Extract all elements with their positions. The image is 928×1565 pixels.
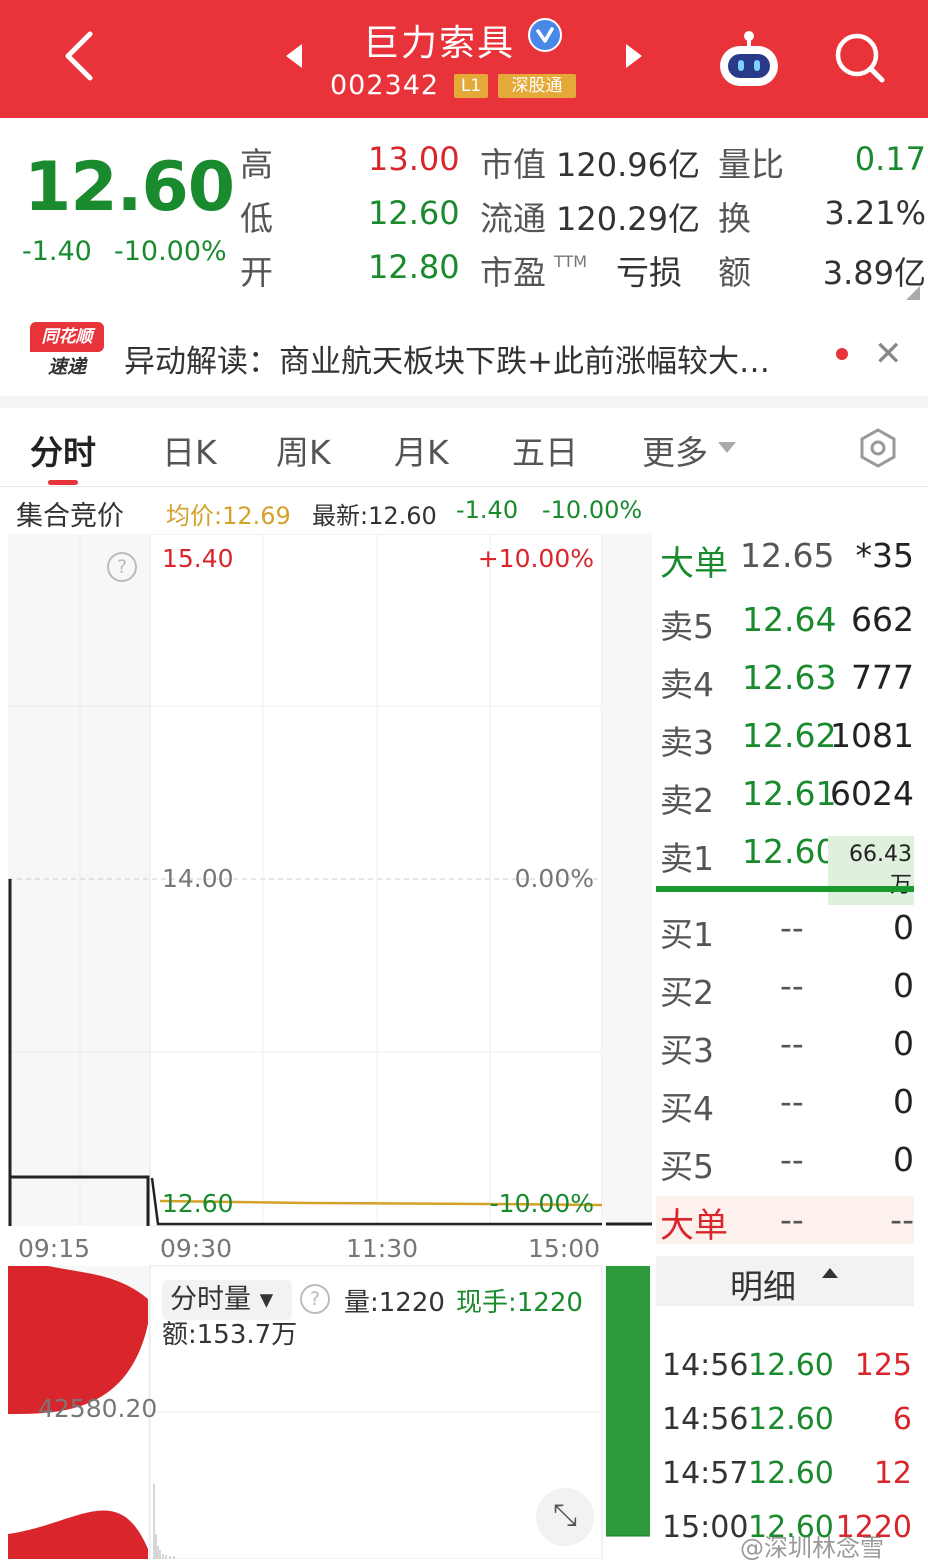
pct-axis-bottom: -10.00% [489, 1189, 594, 1218]
vol-ratio-value: 0.17 [854, 140, 926, 178]
pct-axis-top: +10.00% [477, 544, 594, 573]
info-change: -1.40 [456, 496, 519, 524]
turnover-value: 3.21% [824, 194, 926, 232]
pe-ttm-label: TTM [554, 252, 588, 271]
volume-axis-value: 42580.20 [38, 1394, 158, 1423]
bid-row[interactable]: 买1 -- 0 [660, 908, 914, 964]
x-label-1130: 11:30 [346, 1234, 419, 1263]
low-value: 12.60 [368, 194, 460, 232]
unread-dot [836, 348, 848, 360]
verified-icon [528, 18, 562, 52]
volume-help-icon[interactable]: ? [300, 1284, 330, 1314]
low-label: 低 [240, 199, 273, 238]
x-label-0915: 09:15 [18, 1234, 91, 1263]
volume-label: 量:1220 [344, 1288, 445, 1318]
ask-row[interactable]: 卖5 12.64 662 [660, 600, 914, 656]
tab-five-day[interactable]: 五日 [512, 426, 578, 474]
float-label: 流通 [480, 199, 546, 238]
settings-icon[interactable] [858, 428, 898, 468]
more-dropdown-icon[interactable] [718, 442, 736, 453]
amount-label-chart: 额:153.7万 [162, 1320, 298, 1350]
tab-daily-k[interactable]: 日K [162, 426, 217, 474]
x-label-0930: 09:30 [160, 1234, 233, 1263]
tabs-divider [0, 486, 928, 487]
bid-row[interactable]: 买5 -- 0 [660, 1140, 914, 1196]
y-axis-mid: 14.00 [162, 864, 234, 893]
price-change-pct: -10.00% [114, 236, 227, 267]
big-order-bottom: 大单 -- -- [656, 1196, 914, 1246]
ask-row[interactable]: 卖4 12.63 777 [660, 658, 914, 714]
level-tag: L1 [454, 74, 488, 98]
tab-intraday[interactable]: 分时 [30, 426, 96, 474]
y-axis-bottom: 12.60 [162, 1189, 234, 1218]
chevron-up-icon [822, 1268, 838, 1278]
pct-axis-mid: 0.00% [514, 864, 594, 893]
big-order-top: 大单 12.65 *35 [660, 536, 914, 584]
latest-price: 最新:12.60 [312, 502, 437, 530]
current-volume: 现手:1220 [456, 1288, 583, 1318]
stock-code: 002342 [330, 70, 440, 101]
auction-label: 集合竞价 [16, 501, 124, 532]
watermark: @深圳林念雪 [740, 1534, 884, 1562]
current-price: 12.60 [24, 148, 235, 227]
ask-row[interactable]: 卖1 12.60 66.43万 [660, 832, 914, 905]
expand-corner-icon[interactable] [906, 286, 920, 300]
app-header: 巨力索具 002342 L1 深股通 [0, 0, 928, 118]
turnover-label: 换 [718, 199, 751, 238]
close-icon[interactable]: ✕ [874, 334, 903, 374]
ask-bid-divider [656, 886, 914, 892]
bid-row[interactable]: 买3 -- 0 [660, 1024, 914, 1080]
section-divider [0, 396, 928, 408]
ths-express-logo: 同花顺 速递 [30, 322, 104, 382]
help-icon[interactable]: ? [107, 552, 137, 582]
avg-price: 均价:12.69 [166, 502, 291, 530]
float-value: 120.29亿 [556, 200, 700, 238]
high-label: 高 [240, 145, 273, 184]
vol-ratio-label: 量比 [718, 145, 784, 184]
intraday-chart[interactable]: ? 15.40 +10.00% 14.00 0.00% 12.60 -10.00… [8, 533, 652, 1560]
tab-weekly-k[interactable]: 周K [276, 426, 331, 474]
high-value: 13.00 [368, 140, 460, 178]
ask-row[interactable]: 卖2 12.61 6024 [660, 774, 914, 830]
robot-icon[interactable] [716, 30, 782, 88]
detail-toggle[interactable]: 明细 [656, 1256, 914, 1306]
alert-text[interactable]: 异动解读：商业航天板块下跌+此前涨幅较大… [124, 336, 770, 381]
open-label: 开 [240, 253, 273, 292]
tab-monthly-k[interactable]: 月K [394, 426, 449, 474]
tab-more[interactable]: 更多 [642, 426, 708, 474]
pe-label: 市盈 [480, 253, 546, 292]
next-stock-icon[interactable] [626, 44, 642, 68]
mcap-value: 120.96亿 [556, 146, 700, 184]
mcap-label: 市值 [480, 145, 546, 184]
info-change-pct: -10.00% [542, 496, 643, 524]
search-icon[interactable] [832, 30, 888, 86]
tab-underline [48, 480, 78, 485]
price-change: -1.40 [22, 236, 92, 267]
amount-label: 额 [718, 253, 751, 292]
open-value: 12.80 [368, 248, 460, 286]
ask-row[interactable]: 卖3 12.62 1081 [660, 716, 914, 772]
connect-tag: 深股通 [498, 74, 576, 98]
bid-row[interactable]: 买2 -- 0 [660, 966, 914, 1022]
x-label-1500: 15:00 [528, 1234, 601, 1263]
bid-row[interactable]: 买4 -- 0 [660, 1082, 914, 1138]
pe-value: 亏损 [616, 253, 682, 292]
fullscreen-icon[interactable]: ⤡ [536, 1488, 594, 1546]
y-axis-top: 15.40 [162, 544, 234, 573]
